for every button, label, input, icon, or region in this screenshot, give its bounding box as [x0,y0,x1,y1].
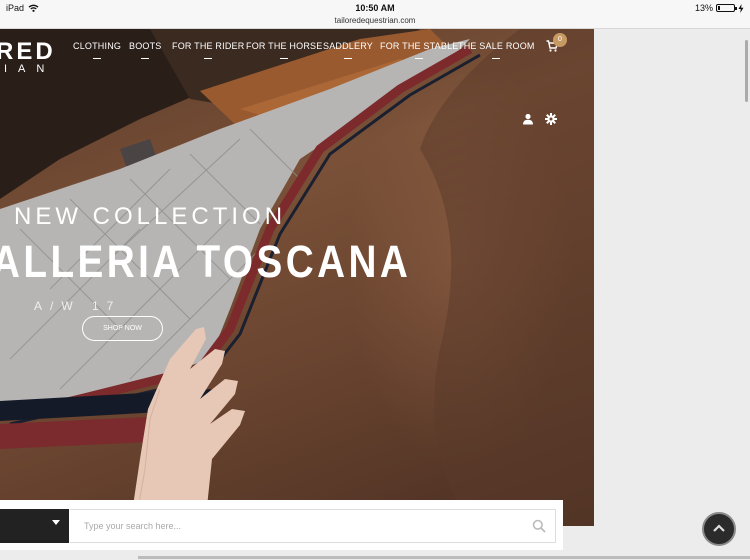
nav-item-for-the-horse[interactable]: FOR THE HORSE [246,41,322,59]
charging-icon [738,3,744,13]
nav-item-for-the-stable[interactable]: FOR THE STABLE [380,41,458,59]
status-right: 13% [695,3,744,13]
hero-subtitle: NEW COLLECTION [14,203,287,230]
nav-item-for-the-rider[interactable]: FOR THE RIDER [172,41,244,59]
hero-season: A/W 17 [34,299,122,313]
hero-title: ALLERIA TOSCANA [0,236,412,287]
status-bar: iPad 10:50 AM tailoredequestrian.com 13% [0,0,750,29]
battery-level [718,6,720,10]
shop-now-button[interactable]: SHOP NOW [82,316,163,341]
clock: 10:50 AM [355,3,395,13]
logo-text-bottom: IAN [4,63,56,75]
scroll-to-top-button[interactable] [702,512,736,546]
battery-percent: 13% [694,3,713,13]
page-scrollbar[interactable] [745,40,748,102]
search-category-dropdown[interactable] [0,509,69,543]
chevron-up-icon [713,524,725,532]
search-input[interactable] [70,509,556,543]
logo-text-top: RED [0,38,56,65]
site-logo[interactable]: RED IAN [0,38,56,76]
horizontal-scrollbar[interactable] [138,556,750,559]
nav-item-saddlery[interactable]: SADDLERY [323,41,373,59]
gear-icon[interactable] [545,113,557,125]
caret-down-icon [52,520,60,525]
cart-count-badge[interactable]: 0 [553,33,567,47]
user-icon[interactable] [522,113,534,125]
search-bar [0,500,563,550]
battery-icon [716,4,737,12]
search-icon[interactable] [532,519,546,533]
address-url[interactable]: tailoredequestrian.com [0,16,750,25]
nav-item-clothing[interactable]: CLOTHING [73,41,121,59]
nav-item-boots[interactable]: BOOTS [129,41,162,59]
nav-item-the-sale-room[interactable]: THE SALE ROOM [458,41,535,59]
